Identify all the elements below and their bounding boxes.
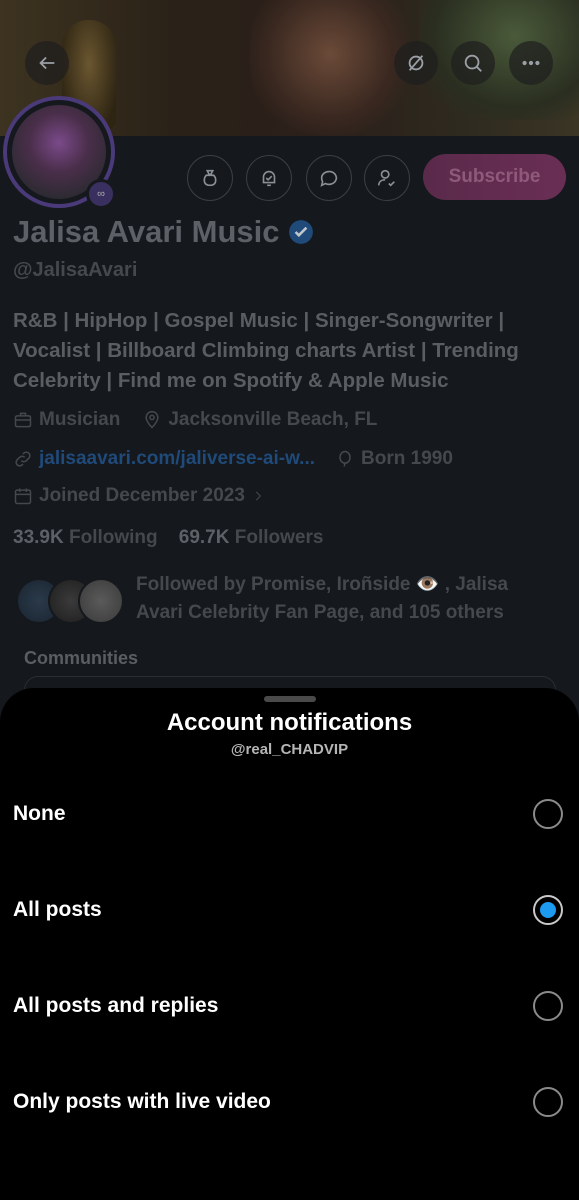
balloon-icon bbox=[339, 450, 351, 467]
sheet-grabber[interactable] bbox=[264, 696, 316, 702]
option-none[interactable]: None bbox=[0, 787, 579, 847]
profile-meta-row-2: jalisaavari.com/jaliverse-ai-w... Born 1… bbox=[13, 448, 453, 470]
person-check-icon bbox=[377, 169, 395, 187]
profile-location: Jacksonville Beach, FL bbox=[168, 409, 378, 430]
sheet-title: Account notifications bbox=[166, 709, 413, 736]
radio-button[interactable] bbox=[533, 799, 563, 829]
notifications-button[interactable] bbox=[246, 155, 292, 201]
profile-born: Born 1990 bbox=[361, 448, 453, 469]
option-all-posts[interactable]: All posts bbox=[0, 883, 579, 943]
search-icon bbox=[464, 54, 482, 72]
sheet-subtitle: @real_CHADVIP bbox=[230, 741, 349, 758]
profile-website-link[interactable]: jalisaavari.com/jaliverse-ai-w... bbox=[39, 448, 315, 470]
account-notifications-sheet: Account notifications @real_CHADVIP None… bbox=[0, 688, 579, 1200]
more-button[interactable] bbox=[509, 41, 553, 85]
profile-category: Musician bbox=[39, 409, 121, 430]
profile-joined-row[interactable]: Joined December 2023 bbox=[13, 485, 271, 507]
more-dots-icon bbox=[522, 60, 540, 66]
grok-icon bbox=[408, 55, 424, 71]
radio-button-selected[interactable] bbox=[533, 895, 563, 925]
briefcase-icon bbox=[14, 412, 32, 428]
subscribe-button[interactable]: Subscribe bbox=[423, 154, 566, 200]
profile-handle: @JalisaAvari bbox=[13, 259, 138, 281]
profile-meta-row-1: Musician Jacksonville Beach, FL bbox=[13, 409, 377, 431]
radio-button[interactable] bbox=[533, 1087, 563, 1117]
arrow-left-icon bbox=[39, 56, 55, 70]
follower-avatar bbox=[78, 578, 124, 624]
followed-by-text[interactable]: Followed by Promise, Irоñside 👁️ , Jalis… bbox=[136, 571, 556, 627]
radio-button[interactable] bbox=[533, 991, 563, 1021]
option-live-video[interactable]: Only posts with live video bbox=[0, 1075, 579, 1135]
location-pin-icon bbox=[145, 410, 159, 429]
following-button[interactable] bbox=[364, 155, 410, 201]
chevron-right-icon bbox=[255, 491, 262, 501]
search-button[interactable] bbox=[451, 41, 495, 85]
profile-joined: Joined December 2023 bbox=[39, 485, 245, 506]
affiliate-badge[interactable]: ∞ bbox=[86, 179, 116, 209]
message-button[interactable] bbox=[306, 155, 352, 201]
link-icon bbox=[15, 451, 31, 467]
grok-button[interactable] bbox=[394, 41, 438, 85]
tip-button[interactable] bbox=[187, 155, 233, 201]
back-button[interactable] bbox=[25, 41, 69, 85]
option-label: None bbox=[13, 802, 66, 825]
profile-name: Jalisa Avari Music bbox=[13, 214, 314, 250]
option-all-posts-and-replies[interactable]: All posts and replies bbox=[0, 979, 579, 1039]
calendar-icon bbox=[14, 488, 32, 505]
money-bag-icon bbox=[203, 169, 217, 187]
option-label: All posts bbox=[13, 898, 102, 921]
bell-check-icon bbox=[262, 170, 276, 187]
followers-link[interactable]: 69.7K Followers bbox=[179, 527, 324, 548]
option-label: Only posts with live video bbox=[13, 1090, 271, 1113]
verified-badge-icon bbox=[288, 220, 313, 244]
follow-stats: 33.9K Following 69.7K Followers bbox=[13, 527, 323, 549]
option-label: All posts and replies bbox=[13, 994, 219, 1017]
profile-bio: R&B | HipHop | Gospel Music | Singer-Son… bbox=[13, 309, 519, 392]
following-link[interactable]: 33.9K Following bbox=[13, 527, 158, 548]
chat-bubble-icon bbox=[320, 170, 338, 187]
communities-heading: Communities bbox=[24, 648, 139, 668]
